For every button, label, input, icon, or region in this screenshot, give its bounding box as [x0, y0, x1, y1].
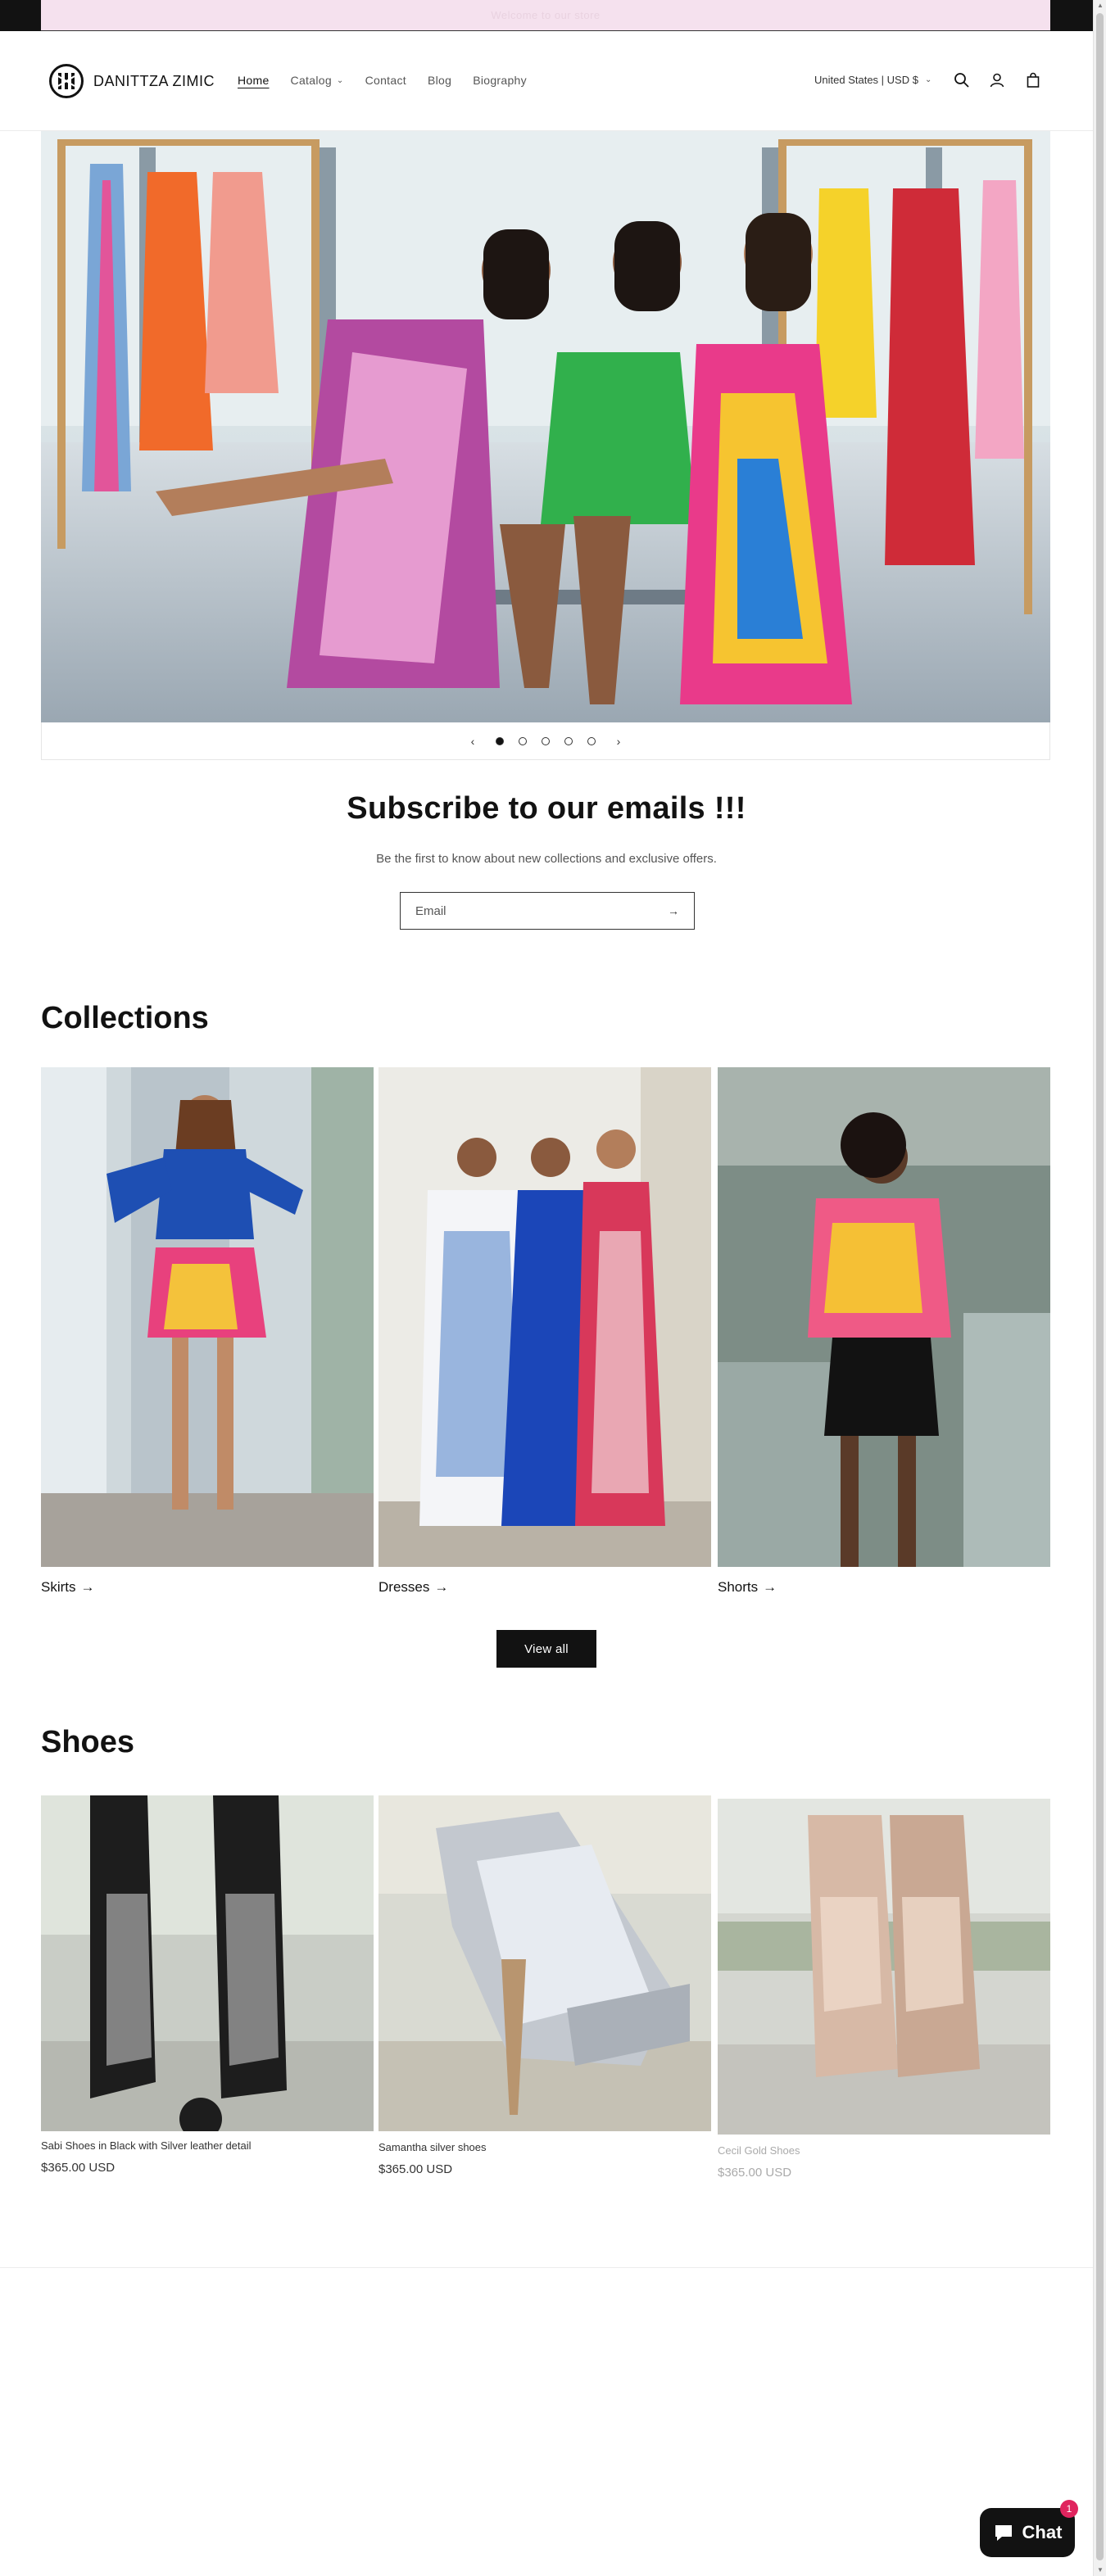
main-nav: Home Catalog ⌄ Contact Blog Biography: [238, 74, 527, 87]
nav-contact[interactable]: Contact: [365, 74, 406, 87]
site-header: DANITTZA ZIMIC Home Catalog ⌄ Contact Blo…: [0, 31, 1093, 131]
slide-dot[interactable]: [519, 736, 527, 745]
product-name[interactable]: Cecil Gold Shoes: [718, 2144, 800, 2157]
scroll-up-icon[interactable]: ▲: [1096, 2, 1104, 10]
product-image: [41, 1795, 374, 2131]
newsletter-form: →: [400, 892, 695, 930]
shoes-title: Shoes: [41, 1725, 135, 1759]
arrow-right-icon: →: [763, 1579, 777, 1595]
scroll-down-icon[interactable]: ▼: [1096, 2566, 1104, 2574]
chevron-right-icon[interactable]: ›: [610, 735, 627, 748]
nav-home-label: Home: [238, 74, 270, 87]
nav-biography-label: Biography: [473, 74, 527, 87]
account-icon[interactable]: [986, 69, 1009, 92]
hero-image: [41, 131, 1050, 722]
announcement-edge-right: [1050, 0, 1093, 31]
slide-dot[interactable]: [564, 736, 573, 745]
collection-link-shorts[interactable]: Shorts →: [718, 1579, 777, 1596]
collection-image: [718, 1067, 1050, 1567]
product-card[interactable]: [41, 1795, 374, 2131]
nav-catalog-label: Catalog: [290, 74, 332, 87]
announcement-edge-left: [0, 0, 41, 31]
nav-home[interactable]: Home: [238, 74, 270, 87]
collection-card-shorts[interactable]: [718, 1067, 1050, 1567]
newsletter-subtitle: Be the first to know about new collectio…: [376, 852, 717, 866]
collections-title: Collections: [41, 1001, 209, 1035]
arrow-right-icon: →: [434, 1579, 449, 1595]
brand-logo[interactable]: DANITTZA ZIMIC: [49, 64, 215, 98]
nav-biography[interactable]: Biography: [473, 74, 527, 87]
nav-blog[interactable]: Blog: [428, 74, 451, 87]
newsletter-title: Subscribe to our emails !!!: [347, 791, 746, 826]
collection-link-label: Dresses: [378, 1579, 430, 1595]
chat-bubble-icon: [995, 2525, 1012, 2541]
chat-button[interactable]: Chat: [980, 2508, 1075, 2557]
brand-mark-icon: [49, 64, 84, 98]
brand-name: DANITTZA ZIMIC: [93, 72, 215, 89]
product-price: $365.00 USD: [41, 2161, 116, 2175]
footer-divider: [0, 2267, 1093, 2268]
chat-unread-badge: 1: [1060, 2500, 1078, 2518]
nav-catalog[interactable]: Catalog ⌄: [291, 74, 344, 87]
collection-link-dresses[interactable]: Dresses →: [378, 1579, 448, 1596]
slide-dot[interactable]: [587, 736, 596, 745]
slideshow-controls: ‹ ›: [41, 722, 1050, 760]
product-image: [378, 1795, 711, 2131]
view-all-button[interactable]: View all: [496, 1630, 596, 1668]
collection-image: [378, 1067, 711, 1567]
country-selector-label: United States | USD $: [814, 74, 918, 86]
product-price: $365.00 USD: [718, 2166, 792, 2180]
product-name[interactable]: Sabi Shoes in Black with Silver leather …: [41, 2139, 252, 2152]
country-selector[interactable]: United States | USD $ ⌄: [814, 74, 931, 86]
arrow-right-icon[interactable]: →: [668, 904, 679, 917]
announcement-bar: Welcome to our store: [41, 0, 1050, 31]
slide-dot[interactable]: [496, 736, 504, 745]
product-name[interactable]: Samantha silver shoes: [378, 2141, 487, 2153]
collection-card-dresses[interactable]: [378, 1067, 711, 1567]
collection-card-skirts[interactable]: [41, 1067, 374, 1567]
chevron-down-icon: ⌄: [924, 75, 932, 84]
chevron-left-icon[interactable]: ‹: [465, 735, 481, 748]
search-icon[interactable]: [950, 69, 973, 92]
collection-link-skirts[interactable]: Skirts →: [41, 1579, 95, 1596]
slide-dot[interactable]: [542, 736, 550, 745]
product-price: $365.00 USD: [378, 2162, 453, 2176]
chat-label: Chat: [1022, 2522, 1063, 2542]
collection-link-label: Skirts: [41, 1579, 76, 1595]
collection-image: [41, 1067, 374, 1567]
scroll-thumb[interactable]: [1096, 13, 1104, 2560]
announcement-text: Welcome to our store: [491, 9, 601, 21]
product-card[interactable]: [378, 1795, 711, 2131]
chevron-down-icon: ⌄: [336, 75, 344, 85]
cart-icon[interactable]: [1022, 69, 1045, 92]
nav-blog-label: Blog: [427, 74, 452, 87]
email-field[interactable]: [415, 903, 645, 918]
hero-slideshow[interactable]: [41, 131, 1050, 722]
nav-contact-label: Contact: [365, 74, 406, 87]
page: Welcome to our store DANITTZA ZIMIC Home…: [0, 0, 1093, 2576]
product-card[interactable]: [718, 1799, 1050, 2135]
arrow-right-icon: →: [80, 1579, 95, 1595]
collection-link-label: Shorts: [718, 1579, 759, 1595]
page-scrollbar[interactable]: ▲ ▼: [1093, 0, 1106, 2576]
product-image: [718, 1799, 1050, 2135]
